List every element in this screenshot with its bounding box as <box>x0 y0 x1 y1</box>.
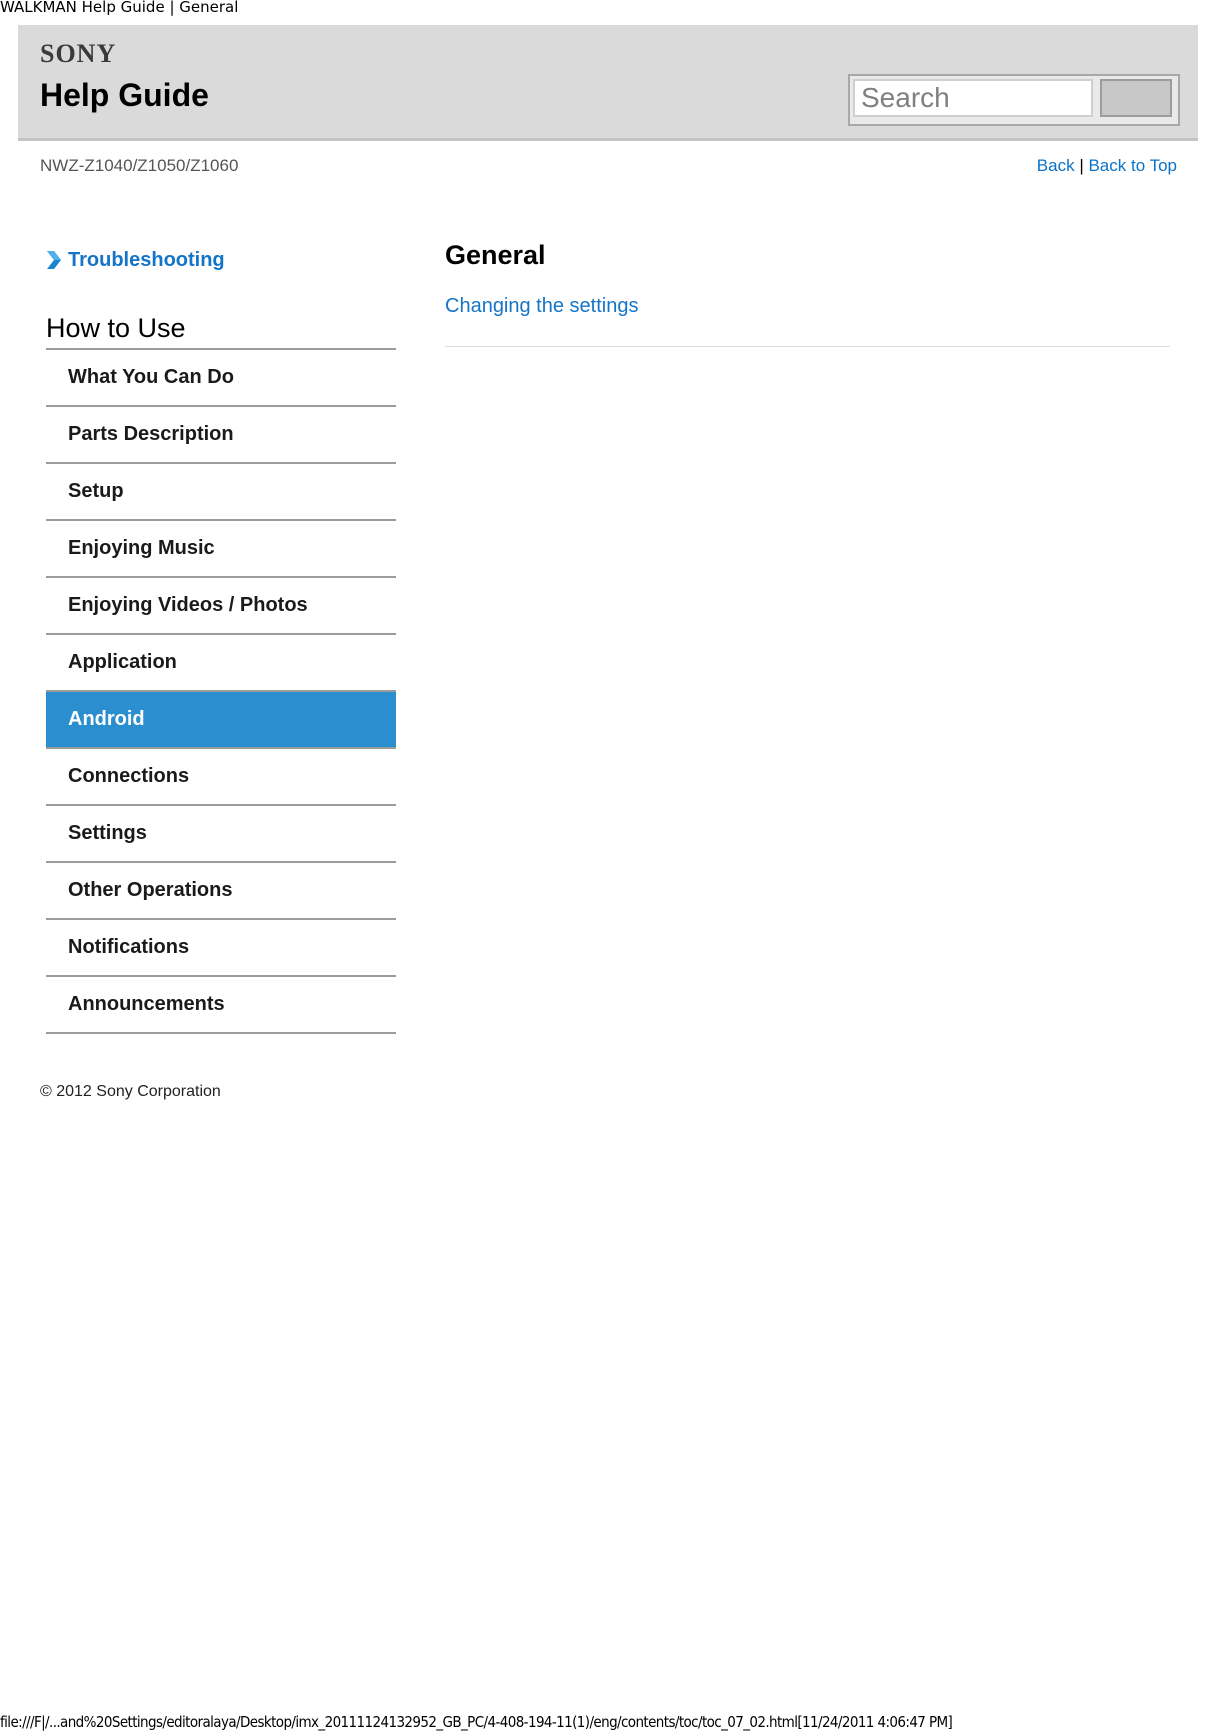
troubleshooting-entry: Troubleshooting <box>46 245 396 275</box>
header-banner: SONY Help Guide <box>18 25 1198 141</box>
top-nav-links: Back | Back to Top <box>1037 156 1177 176</box>
content-divider <box>445 346 1170 347</box>
how-to-use-heading: How to Use <box>46 313 396 350</box>
sidebar-item-application[interactable]: Application <box>46 635 396 692</box>
window-title: WALKMAN Help Guide | General <box>0 0 239 16</box>
search-input[interactable] <box>853 79 1093 117</box>
nav-separator: | <box>1079 156 1084 175</box>
sidebar-item-parts-description[interactable]: Parts Description <box>46 407 396 464</box>
file-path-footer: file:///F|/...and%20Settings/editoralaya… <box>0 1713 953 1731</box>
search-box <box>848 74 1180 126</box>
help-guide-title: Help Guide <box>40 77 209 113</box>
search-button[interactable] <box>1100 79 1172 117</box>
back-link[interactable]: Back <box>1037 156 1075 175</box>
sidebar-item-enjoying-music[interactable]: Enjoying Music <box>46 521 396 578</box>
back-to-top-link[interactable]: Back to Top <box>1088 156 1177 175</box>
sidebar: Troubleshooting How to Use What You Can … <box>46 245 396 1034</box>
sidebar-item-setup[interactable]: Setup <box>46 464 396 521</box>
sony-logo: SONY <box>40 39 117 68</box>
sidebar-item-other-operations[interactable]: Other Operations <box>46 863 396 920</box>
sidebar-item-connections[interactable]: Connections <box>46 749 396 806</box>
model-number: NWZ-Z1040/Z1050/Z1060 <box>40 156 239 175</box>
sidebar-item-announcements[interactable]: Announcements <box>46 977 396 1034</box>
main-content: General Changing the settings <box>445 240 1170 347</box>
sidebar-item-notifications[interactable]: Notifications <box>46 920 396 977</box>
page-heading: General <box>445 240 546 270</box>
sidebar-item-settings[interactable]: Settings <box>46 806 396 863</box>
chevron-right-icon <box>47 251 61 269</box>
sidebar-item-what-you-can-do[interactable]: What You Can Do <box>46 350 396 407</box>
copyright: © 2012 Sony Corporation <box>40 1083 221 1100</box>
sidebar-item-enjoying-videos-photos[interactable]: Enjoying Videos / Photos <box>46 578 396 635</box>
sidebar-menu: What You Can Do Parts Description Setup … <box>46 350 396 1034</box>
changing-settings-link[interactable]: Changing the settings <box>445 295 638 318</box>
sidebar-item-android[interactable]: Android <box>46 692 396 749</box>
troubleshooting-link[interactable]: Troubleshooting <box>68 249 225 272</box>
